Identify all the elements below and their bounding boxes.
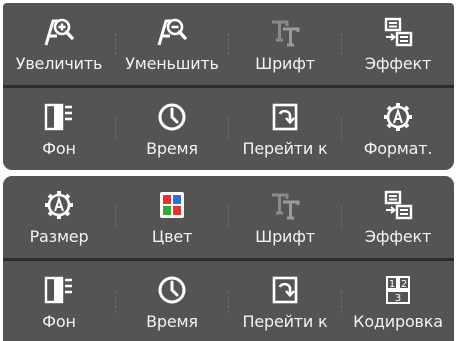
zoom-in-label: Увеличить [15,54,103,73]
toolbar-row-1: Увеличить Уменьшить Шрифт Эффект [3,3,454,85]
font-label: Шрифт [255,54,315,73]
font-icon [265,189,305,221]
effect-label: Эффект [364,54,432,73]
font-label: Шрифт [255,227,315,246]
encoding-button[interactable]: 1 2 3 Кодировка [342,261,454,341]
background-label: Фон [42,312,76,331]
color-button[interactable]: Цвет [116,176,228,258]
size-gear-icon [39,189,79,221]
time-button[interactable]: Время [116,261,228,341]
background-icon [39,101,79,133]
toolbar-panel-1: Увеличить Уменьшить Шрифт Эффект Фон Вре… [3,3,454,170]
background-button[interactable]: Фон [3,261,115,341]
size-button[interactable]: Размер [3,176,115,258]
encoding-label: Кодировка [353,312,443,331]
clock-icon [152,101,192,133]
font-button[interactable]: Шрифт [229,3,341,85]
effect-button[interactable]: Эффект [342,176,454,258]
goto-icon [265,101,305,133]
color-label: Цвет [151,227,193,246]
effect-button[interactable]: Эффект [342,3,454,85]
clock-icon [152,274,192,306]
svg-text:3: 3 [395,293,401,304]
goto-icon [265,274,305,306]
time-button[interactable]: Время [116,88,228,170]
toolbar-row-2: Фон Время Перейти к [3,261,454,341]
toolbar-row-2: Фон Время Перейти к [3,88,454,170]
svg-text:1: 1 [389,279,395,290]
format-label: Формат. [363,139,433,158]
background-icon [39,274,79,306]
goto-label: Перейти к [242,139,328,158]
goto-label: Перейти к [242,312,328,331]
zoom-in-icon [39,16,79,48]
goto-button[interactable]: Перейти к [229,261,341,341]
zoom-out-button[interactable]: Уменьшить [116,3,228,85]
svg-text:2: 2 [401,279,407,290]
zoom-in-button[interactable]: Увеличить [3,3,115,85]
background-label: Фон [42,139,76,158]
format-button[interactable]: Формат. [342,88,454,170]
zoom-out-icon [152,16,192,48]
effect-icon [378,189,418,221]
size-label: Размер [29,227,89,246]
encoding-icon: 1 2 3 [378,274,418,306]
zoom-out-label: Уменьшить [125,54,219,73]
effect-label: Эффект [364,227,432,246]
toolbar-panel-2: Размер Цвет Шрифт Эффект Фон Время Перей… [3,176,454,341]
font-icon [265,16,305,48]
toolbar-row-1: Размер Цвет Шрифт Эффект [3,176,454,258]
time-label: Время [146,139,198,158]
goto-button[interactable]: Перейти к [229,88,341,170]
effect-icon [378,16,418,48]
color-icon [152,189,192,221]
time-label: Время [146,312,198,331]
background-button[interactable]: Фон [3,88,115,170]
format-gear-icon [378,101,418,133]
font-button[interactable]: Шрифт [229,176,341,258]
